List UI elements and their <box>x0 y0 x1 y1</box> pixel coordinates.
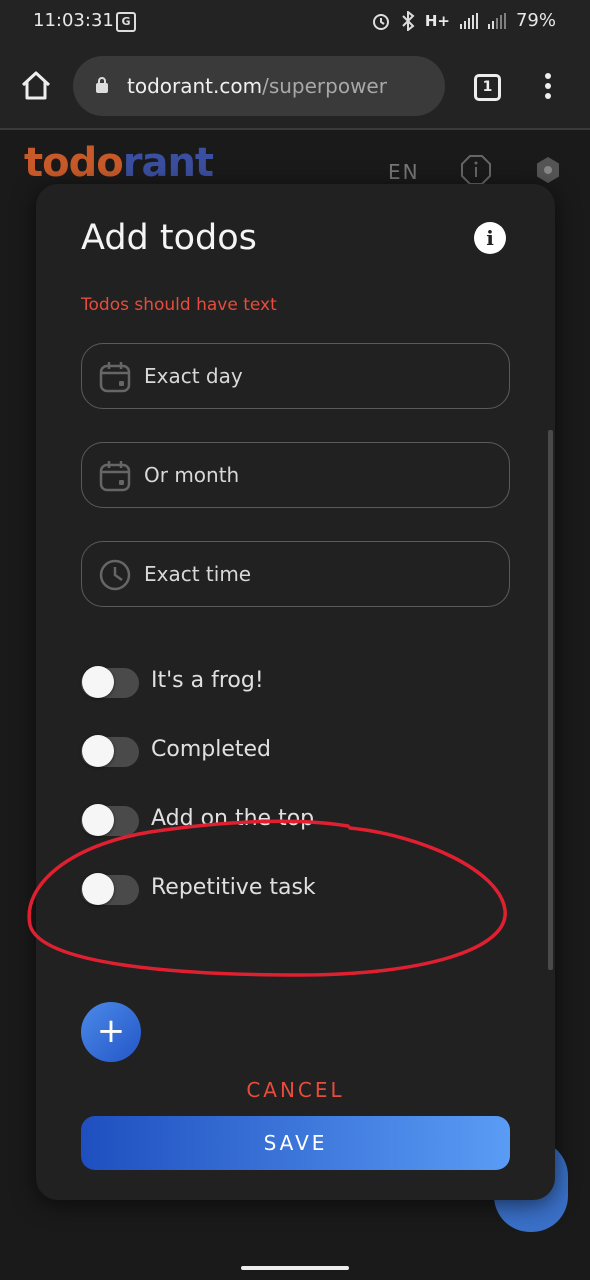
exact-time-field[interactable]: Exact time <box>81 541 510 607</box>
home-gesture-pill[interactable] <box>241 1266 349 1270</box>
address-bar[interactable]: todorant.com/superpower <box>73 56 445 116</box>
clock-icon <box>99 559 131 591</box>
validation-error: Todos should have text <box>81 295 277 315</box>
status-time: 11:03:31 <box>33 10 114 31</box>
todorant-logo: todorant <box>24 140 214 186</box>
status-icons: H+ 79% <box>371 10 556 31</box>
toggle-thumb[interactable] <box>82 804 114 836</box>
url-domain: todorant.com <box>127 74 263 98</box>
exact-time-label: Exact time <box>144 562 252 586</box>
month-field[interactable]: Or month <box>81 442 510 508</box>
signal-icon-2 <box>487 12 506 29</box>
battery-level: 79% <box>515 10 556 31</box>
repetitive-task-toggle-label: Repetitive task <box>151 875 316 900</box>
status-bar: 11:03:31 G H+ 79% <box>0 0 590 44</box>
url-path: /superpower <box>262 74 387 98</box>
bluetooth-icon <box>402 10 415 31</box>
exact-day-label: Exact day <box>144 364 243 388</box>
system-nav-bar <box>0 1256 590 1280</box>
toggle-thumb[interactable] <box>82 666 114 698</box>
network-type: H+ <box>424 11 450 30</box>
save-button[interactable]: SAVE <box>81 1116 510 1170</box>
exact-day-field[interactable]: Exact day <box>81 343 510 409</box>
add-todos-dialog: Add todos i Todos should have text Exact… <box>36 184 555 1200</box>
add-todo-button[interactable]: + <box>81 1002 141 1062</box>
app-info-icon[interactable] <box>460 154 492 186</box>
url-text: todorant.com/superpower <box>127 74 387 98</box>
translate-icon: G <box>116 12 136 32</box>
dialog-scrollbar[interactable] <box>548 430 553 970</box>
cancel-button[interactable]: CANCEL <box>36 1078 555 1102</box>
info-icon[interactable]: i <box>474 222 506 254</box>
frog-toggle-label: It's a frog! <box>151 668 264 693</box>
home-icon[interactable] <box>18 68 54 104</box>
browser-toolbar: todorant.com/superpower 1 <box>0 44 590 130</box>
lock-icon <box>96 77 108 93</box>
toggle-thumb[interactable] <box>82 873 114 905</box>
toggle-thumb[interactable] <box>82 735 114 767</box>
alarm-icon <box>372 13 389 30</box>
tab-switcher-button[interactable]: 1 <box>474 74 501 101</box>
calendar-icon <box>99 362 131 393</box>
month-label: Or month <box>144 463 240 487</box>
completed-toggle-label: Completed <box>151 737 271 762</box>
browser-menu-button[interactable] <box>540 73 556 103</box>
calendar-icon <box>99 461 131 492</box>
language-selector[interactable]: EN <box>388 160 420 184</box>
add-on-top-toggle-label: Add on the top <box>151 806 315 831</box>
signal-icon <box>459 12 478 29</box>
dialog-title: Add todos <box>81 218 257 258</box>
settings-gear-icon[interactable] <box>533 155 563 185</box>
